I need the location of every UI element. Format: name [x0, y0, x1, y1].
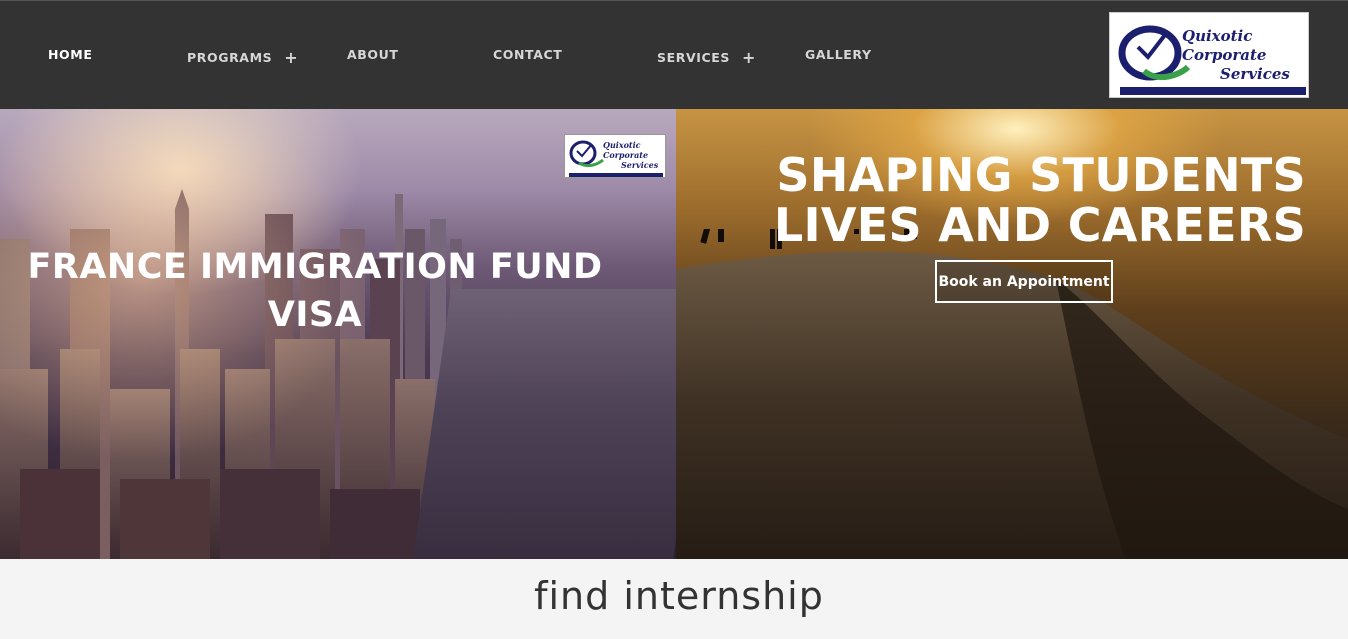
- top-navigation: HOME PROGRAMS + ABOUT CONTACT SERVICES + G…: [0, 0, 1348, 109]
- nav-gallery[interactable]: GALLERY: [805, 47, 872, 62]
- small-logo-line1: Quixotic: [603, 140, 641, 150]
- site-logo[interactable]: Quixotic Corporate Services: [1109, 12, 1309, 98]
- book-appointment-button[interactable]: Book an Appointment: [935, 260, 1113, 303]
- nav-programs[interactable]: PROGRAMS +: [187, 47, 298, 67]
- nav-programs-label: PROGRAMS: [187, 50, 273, 65]
- hero-right-title-line1: SHAPING STUDENTS: [776, 148, 1306, 202]
- nav-about-label: ABOUT: [347, 47, 399, 62]
- nav-services-label: SERVICES: [657, 50, 731, 65]
- hero-right-title: SHAPING STUDENTS LIVES AND CAREERS: [676, 150, 1306, 250]
- logo-line2: Corporate: [1182, 46, 1267, 64]
- nav-gallery-label: GALLERY: [805, 47, 872, 62]
- nav-services[interactable]: SERVICES +: [657, 47, 756, 67]
- plus-icon[interactable]: +: [284, 48, 298, 67]
- hero-left-title-line1: FRANCE IMMIGRATION FUND: [27, 247, 603, 287]
- hero-right-title-line2: LIVES AND CAREERS: [773, 198, 1306, 252]
- hero-left-title: FRANCE IMMIGRATION FUND VISA: [0, 243, 630, 339]
- nav-home-label: HOME: [48, 47, 93, 62]
- plus-icon[interactable]: +: [742, 48, 756, 67]
- small-logo-line2: Corporate: [603, 150, 649, 160]
- section-heading: find internship: [534, 574, 824, 618]
- nav-home[interactable]: HOME: [48, 47, 92, 62]
- nav-about[interactable]: ABOUT: [347, 47, 399, 62]
- hero-left-title-line2: VISA: [267, 295, 363, 335]
- logo-line1: Quixotic: [1182, 27, 1253, 45]
- hero-small-logo: Quixotic Corporate Services: [564, 134, 666, 178]
- logo-line3: Services: [1220, 65, 1290, 83]
- nav-contact-label: CONTACT: [493, 47, 563, 62]
- small-logo-line3: Services: [621, 160, 659, 170]
- nav-contact[interactable]: CONTACT: [493, 47, 562, 62]
